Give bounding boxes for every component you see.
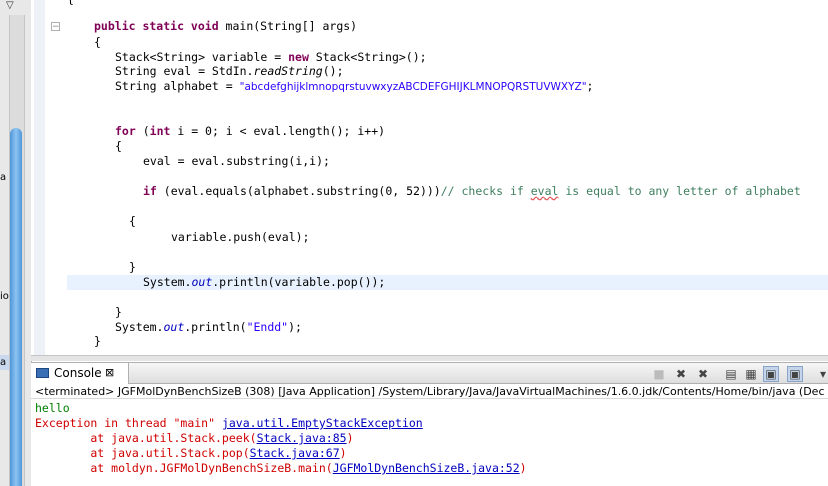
code-line: }	[115, 305, 122, 319]
code-line: System.out.println("Endd");	[115, 320, 302, 334]
code-line: public static void main(String[] args)	[94, 19, 358, 33]
fold-collapse-icon[interactable]: −	[51, 22, 60, 32]
remove-all-icon[interactable]: ✖	[695, 366, 711, 382]
spelling-warning: eval	[530, 184, 559, 198]
source-link[interactable]: Stack.java:85	[257, 431, 347, 445]
code-line: for (int i = 0; i < eval.length(); i++)	[115, 124, 386, 138]
code-line: System.out.println(variable.pop());	[143, 275, 386, 289]
code-line: {	[129, 214, 136, 228]
code-line: variable.push(eval);	[171, 230, 310, 244]
stack-trace-line: at moldyn.JGFMolDynBenchSizeB.main(JGFMo…	[35, 461, 527, 475]
editor-ruler: −	[31, 0, 64, 355]
source-link[interactable]: Stack.java:67	[250, 446, 340, 460]
annotation-ruler	[34, 0, 45, 355]
terminate-icon[interactable]: ■	[651, 366, 667, 382]
tab-console[interactable]: Console ⊠	[31, 363, 129, 384]
console-stdout-line: hello	[35, 401, 70, 415]
console-view-header: Console ⊠ ■ ✖ ✖ ▤ ▦ ▣ ▣ ▾	[31, 362, 828, 384]
stack-trace-line: at java.util.Stack.pop(Stack.java:67)	[35, 446, 347, 460]
editor-horizontal-scrollbar[interactable]	[31, 355, 828, 361]
code-line: Stack<String> variable = new Stack<Strin…	[115, 50, 427, 64]
code-line: String eval = StdIn.readString();	[115, 64, 344, 78]
code-line: {	[94, 35, 101, 49]
console-output[interactable]: <terminated> JGFMolDynBenchSizeB (308) […	[31, 384, 828, 486]
left-panel-scroll-thumb[interactable]	[10, 128, 22, 486]
code-line: }	[129, 260, 136, 274]
code-line: {	[115, 139, 122, 153]
clipped-label: a	[0, 172, 7, 183]
exception-link[interactable]: java.util.EmptyStackException	[222, 416, 423, 430]
console-process-status: <terminated> JGFMolDynBenchSizeB (308) […	[31, 384, 828, 399]
code-line: }	[94, 334, 101, 348]
tab-console-label: Console	[54, 366, 102, 380]
open-console-icon[interactable]: ▾	[815, 366, 828, 382]
scroll-lock-icon[interactable]: ▤	[723, 366, 739, 382]
clipped-label: io	[0, 291, 9, 302]
code-text-area[interactable]: { public static void main(String[] args)…	[67, 0, 828, 355]
show-on-output-icon[interactable]: ▦	[743, 366, 759, 382]
display-console-icon[interactable]: ▣	[787, 366, 803, 382]
stack-trace-line: at java.util.Stack.peek(Stack.java:85)	[35, 431, 354, 445]
left-panel: ▽ a io a	[0, 0, 32, 486]
source-link[interactable]: JGFMolDynBenchSizeB.java:52	[333, 461, 520, 475]
console-icon	[36, 368, 49, 378]
console-stderr-line: Exception in thread "main" java.util.Emp…	[35, 416, 423, 430]
remove-launch-icon[interactable]: ✖	[673, 366, 689, 382]
code-line: String alphabet = "abcdefghijklmnopqrstu…	[115, 79, 594, 93]
triangle-down-icon[interactable]: ▽	[6, 0, 26, 12]
code-line: if (eval.equals(alphabet.substring(0, 52…	[143, 184, 801, 198]
code-line: eval = eval.substring(i,i);	[143, 154, 330, 168]
code-line: {	[67, 0, 74, 7]
code-editor[interactable]: − { public static void main(String[] arg…	[31, 0, 828, 355]
close-icon[interactable]: ⊠	[105, 363, 114, 383]
pin-console-icon[interactable]: ▣	[763, 366, 779, 382]
clipped-label: a	[0, 357, 7, 368]
